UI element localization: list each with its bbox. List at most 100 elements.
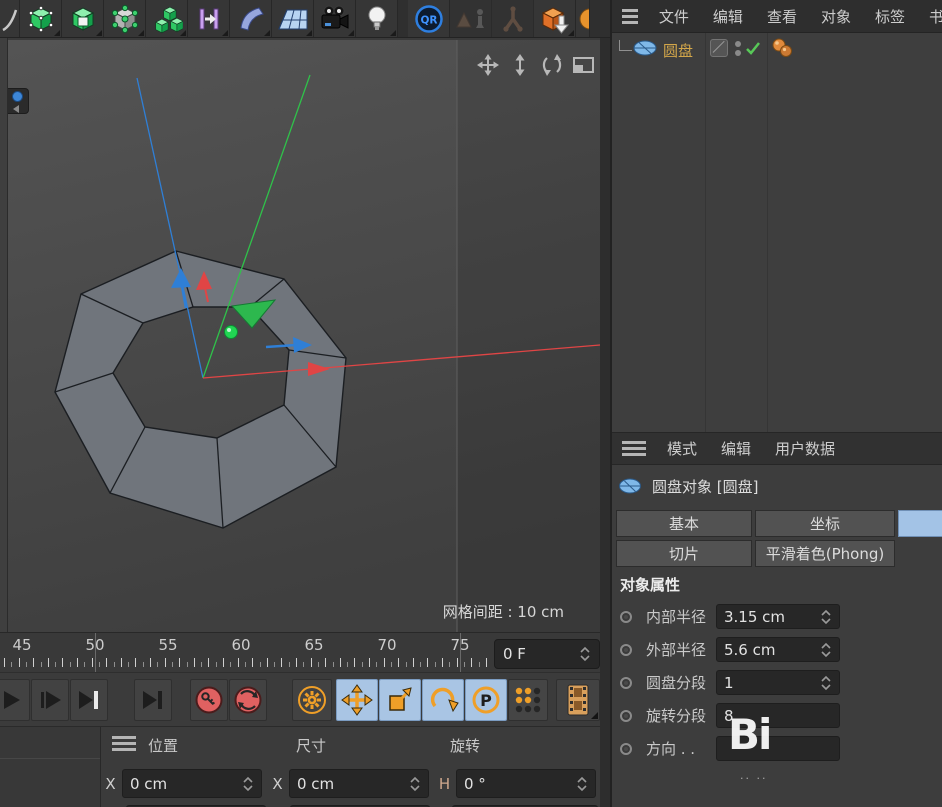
property-input[interactable]: 3.15 cm bbox=[716, 604, 840, 629]
pan-view-icon[interactable] bbox=[475, 52, 500, 77]
ruler-tick bbox=[84, 662, 85, 667]
ruler-tick bbox=[62, 658, 63, 667]
toggle-view-icon[interactable] bbox=[571, 52, 596, 77]
record-key-button[interactable] bbox=[190, 679, 228, 721]
cube-hollow-icon[interactable] bbox=[62, 0, 104, 37]
wedge-tool-icon[interactable] bbox=[230, 0, 272, 37]
joint-tool-icon[interactable] bbox=[492, 0, 534, 37]
partial-curve-icon[interactable] bbox=[0, 0, 20, 37]
object-manager[interactable]: 圆盘 bbox=[612, 33, 942, 432]
object-manager-menu-icon[interactable] bbox=[622, 9, 638, 24]
menubar-item-1[interactable]: 编辑 bbox=[713, 6, 743, 27]
phong-tag-icon[interactable] bbox=[770, 37, 794, 59]
keyframe-circle-icon[interactable] bbox=[620, 743, 632, 755]
ruler-tick bbox=[179, 658, 180, 667]
keyframe-circle-icon[interactable] bbox=[620, 611, 632, 623]
camera-badge-icon bbox=[12, 91, 23, 102]
key-rotation-button[interactable] bbox=[422, 679, 464, 721]
autokey-button[interactable] bbox=[229, 679, 267, 721]
hierarchy-elbow bbox=[619, 40, 632, 51]
object-name[interactable]: 圆盘 bbox=[663, 40, 693, 61]
viewport[interactable]: 网格间距 : 10 cm bbox=[8, 40, 600, 632]
coordinate-input[interactable]: 0 cm bbox=[122, 769, 262, 798]
qr-code-icon[interactable]: QR bbox=[408, 0, 450, 37]
menubar-item-4[interactable]: 标签 bbox=[875, 6, 905, 27]
rotate-view-icon[interactable] bbox=[539, 52, 564, 77]
viewport-canvas[interactable] bbox=[8, 40, 600, 632]
ruler-tick bbox=[413, 658, 414, 667]
array-cubes-icon[interactable] bbox=[146, 0, 188, 37]
key-pla-button[interactable] bbox=[508, 679, 548, 721]
property-row: 方向 . . bbox=[612, 736, 942, 761]
light-icon[interactable] bbox=[356, 0, 398, 37]
make-editable-icon[interactable] bbox=[20, 0, 62, 37]
coordinate-value: 0 cm bbox=[130, 775, 167, 793]
coords-menu-icon[interactable] bbox=[112, 736, 136, 751]
panel-divider[interactable] bbox=[600, 38, 610, 807]
attribute-menu-icon[interactable] bbox=[622, 441, 646, 456]
right-panel: 文件编辑查看对象标签书 圆盘 模式编辑用户数据 圆盘对象 [圆盘] 基本坐标 切… bbox=[610, 0, 942, 807]
bake-object-icon[interactable] bbox=[534, 0, 576, 37]
current-frame-field[interactable]: 0 F bbox=[494, 639, 600, 669]
enabled-check-icon[interactable] bbox=[744, 39, 762, 57]
tab-0[interactable]: 切片 bbox=[616, 540, 752, 567]
key-scale-button[interactable] bbox=[379, 679, 421, 721]
disc-object-icon[interactable] bbox=[632, 39, 659, 58]
step-forward-button[interactable] bbox=[31, 679, 69, 721]
value-stepper[interactable] bbox=[409, 776, 421, 792]
tab-1[interactable]: 平滑着色(Phong) bbox=[755, 540, 895, 567]
key-position-button[interactable] bbox=[336, 679, 378, 721]
am-menu-item-1[interactable]: 编辑 bbox=[721, 438, 751, 459]
ruler-tick bbox=[449, 662, 450, 667]
value-stepper[interactable] bbox=[820, 675, 832, 691]
value-stepper[interactable] bbox=[820, 642, 832, 658]
menubar-item-0[interactable]: 文件 bbox=[659, 6, 689, 27]
coordinate-input[interactable]: 0 cm bbox=[289, 769, 429, 798]
ruler-tick bbox=[48, 658, 49, 667]
points-sphere-cube-icon[interactable] bbox=[104, 0, 146, 37]
mirror-tool-icon[interactable] bbox=[188, 0, 230, 37]
ruler-tick bbox=[55, 662, 56, 667]
keyframe-circle-icon[interactable] bbox=[620, 677, 632, 689]
goto-end-highlight-button[interactable] bbox=[70, 679, 108, 721]
filmstrip-button[interactable] bbox=[556, 679, 600, 721]
tab-selected-partial[interactable] bbox=[898, 510, 942, 537]
value-stepper[interactable] bbox=[242, 776, 254, 792]
ruler-tick bbox=[245, 662, 246, 667]
value-stepper[interactable] bbox=[820, 609, 832, 625]
play-button[interactable] bbox=[0, 679, 30, 721]
tab-1[interactable]: 坐标 bbox=[755, 510, 895, 537]
ruler-tick bbox=[376, 662, 377, 667]
editor-visibility-dot[interactable] bbox=[735, 41, 741, 47]
menubar-item-2[interactable]: 查看 bbox=[767, 6, 797, 27]
layer-tag-icon[interactable] bbox=[710, 39, 728, 57]
application-window: QR bbox=[0, 0, 942, 807]
om-column-divider bbox=[767, 33, 768, 432]
ruler-tick bbox=[281, 658, 282, 667]
partial-orange-icon[interactable] bbox=[576, 0, 590, 37]
viewport-filter-badge[interactable] bbox=[8, 88, 29, 114]
frame-stepper[interactable] bbox=[579, 646, 591, 662]
coords-left-box bbox=[0, 727, 101, 807]
am-menu-item-0[interactable]: 模式 bbox=[667, 438, 697, 459]
timeline-ruler[interactable]: 0 F 45505560657075 bbox=[0, 632, 600, 672]
menubar-item-3[interactable]: 对象 bbox=[821, 6, 851, 27]
coordinate-input[interactable]: 0 ° bbox=[456, 769, 596, 798]
camera-icon[interactable] bbox=[314, 0, 356, 37]
character-tools-icon[interactable] bbox=[450, 0, 492, 37]
am-menu-item-2[interactable]: 用户数据 bbox=[775, 438, 835, 459]
property-input[interactable]: 5.6 cm bbox=[716, 637, 840, 662]
workplane-grid-icon[interactable] bbox=[272, 0, 314, 37]
value-stepper[interactable] bbox=[576, 776, 588, 792]
coordinates-panel: 位置 尺寸 旋转 X 0 cm X 0 cm H 0 ° bbox=[0, 726, 600, 807]
keyframe-circle-icon[interactable] bbox=[620, 710, 632, 722]
goto-end-button[interactable] bbox=[134, 679, 172, 721]
menubar-item-5[interactable]: 书 bbox=[929, 6, 942, 27]
dolly-view-icon[interactable] bbox=[507, 52, 532, 77]
property-input[interactable]: 1 bbox=[716, 670, 840, 695]
render-visibility-dot[interactable] bbox=[735, 50, 741, 56]
key-parameter-button[interactable]: P bbox=[465, 679, 507, 721]
tab-0[interactable]: 基本 bbox=[616, 510, 752, 537]
keyframe-circle-icon[interactable] bbox=[620, 644, 632, 656]
keying-settings-button[interactable] bbox=[292, 679, 332, 721]
